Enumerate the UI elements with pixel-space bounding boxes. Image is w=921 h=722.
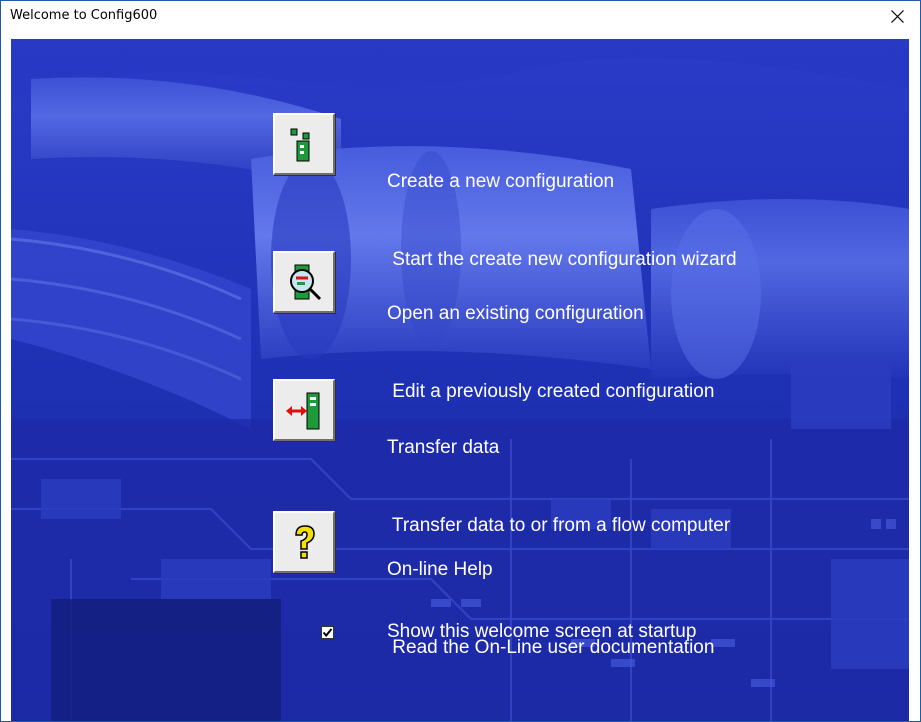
create-configuration-button[interactable] [273, 113, 335, 175]
online-help-title[interactable]: On-line Help [387, 557, 714, 583]
create-configuration-title[interactable]: Create a new configuration [387, 169, 737, 195]
open-configuration-button[interactable] [273, 251, 335, 313]
open-configuration-title[interactable]: Open an existing configuration [387, 301, 714, 327]
online-help-text[interactable]: On-line Help Read the On-Line user docum… [387, 505, 714, 713]
help-icon [295, 525, 315, 559]
close-icon [891, 10, 904, 23]
welcome-dialog: Welcome to Config600 Create a new config… [0, 0, 921, 722]
new-config-icon [290, 128, 310, 162]
online-help-button[interactable] [273, 511, 335, 573]
show-at-startup-checkbox[interactable] [321, 626, 334, 639]
window-title: Welcome to Config600 [10, 8, 158, 23]
transfer-data-title[interactable]: Transfer data [387, 435, 730, 461]
open-config-icon [290, 264, 322, 301]
show-at-startup-label[interactable]: Show this welcome screen at startup [387, 621, 696, 643]
close-button[interactable] [874, 1, 920, 32]
title-bar[interactable]: Welcome to Config600 [1, 1, 920, 32]
transfer-data-button[interactable] [273, 379, 335, 441]
checkmark-icon [322, 628, 333, 638]
welcome-panel: Create a new configuration Start the cre… [11, 39, 909, 721]
transfer-data-icon [286, 392, 320, 430]
